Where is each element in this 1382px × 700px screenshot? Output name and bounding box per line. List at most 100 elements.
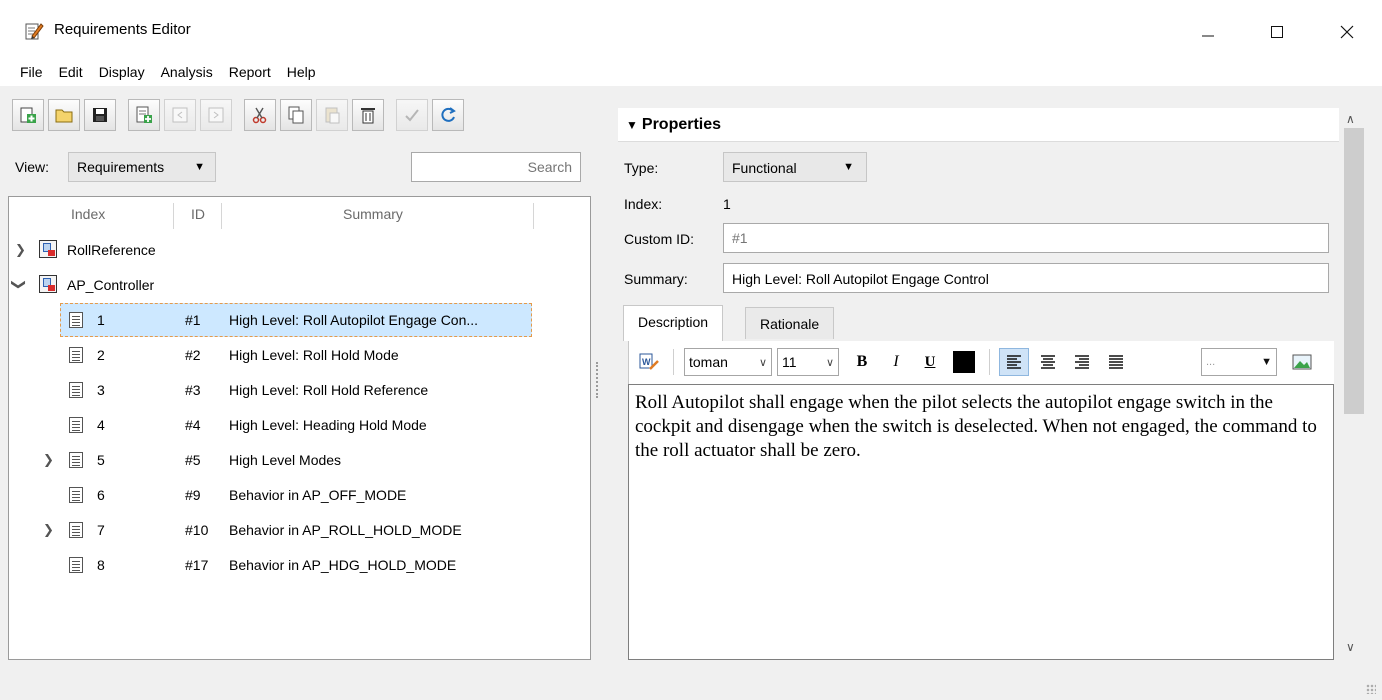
window-title: Requirements Editor [54,21,191,38]
menu-analysis[interactable]: Analysis [153,62,221,86]
row-id: #17 [185,557,209,573]
status-bar [0,664,1382,700]
cut-button[interactable] [244,99,276,131]
table-row[interactable]: ❯ 5 #5 High Level Modes [9,443,590,477]
scissors-icon [252,107,267,124]
justify-icon [1109,355,1123,369]
column-header-summary[interactable]: Summary [343,206,403,222]
row-id: #4 [185,417,201,433]
style-dropdown[interactable]: ... ▼ [1201,348,1277,376]
table-row[interactable]: 3 #3 High Level: Roll Hold Reference [9,373,590,407]
column-header-id[interactable]: ID [191,206,205,222]
font-dropdown[interactable]: toman ∨ [684,348,772,376]
bold-button[interactable]: B [849,348,875,376]
row-index: 4 [97,417,105,433]
resize-grip-icon[interactable] [1366,684,1376,694]
tab-rationale[interactable]: Rationale [745,307,835,339]
menu-edit[interactable]: Edit [51,62,91,86]
row-id: #10 [185,522,209,538]
refresh-button[interactable] [432,99,464,131]
tab-description[interactable]: Description [623,305,724,341]
maximize-button[interactable] [1254,14,1300,50]
column-header-index[interactable]: Index [71,206,105,222]
requirements-tree: Index ID Summary ❯ RollReference ❯ AP_Co… [8,196,591,660]
paste-button[interactable] [316,99,348,131]
type-dropdown[interactable]: Functional ▼ [723,152,867,182]
insert-image-button[interactable] [1289,348,1315,376]
chevron-right-icon[interactable]: ❯ [15,242,26,258]
justify-button[interactable] [1103,348,1129,376]
column-separator[interactable] [221,203,222,229]
row-index: 1 [97,312,105,328]
row-summary: High Level: Roll Autopilot Engage Con... [229,312,479,328]
close-button[interactable] [1324,14,1370,50]
table-row[interactable]: 8 #17 Behavior in AP_HDG_HOLD_MODE [9,548,590,582]
splitter-handle[interactable] [596,362,598,398]
scrollbar-thumb[interactable] [1344,128,1364,414]
align-center-button[interactable] [1035,348,1061,376]
row-index: 2 [97,347,105,363]
folder-icon [55,109,73,123]
align-left-button[interactable] [999,348,1029,376]
requirement-icon [69,452,83,468]
align-right-button[interactable] [1069,348,1095,376]
word-edit-button[interactable]: W [637,348,661,376]
size-dropdown[interactable]: 11 ∨ [777,348,839,376]
view-dropdown[interactable]: Requirements ▼ [68,152,216,182]
svg-text:W: W [642,357,651,367]
scroll-up-icon[interactable]: ∧ [1346,112,1355,126]
tree-set-row[interactable]: ❯ AP_Controller [9,268,590,302]
table-row[interactable]: 1 #1 High Level: Roll Autopilot Engage C… [9,303,590,337]
table-row[interactable]: 4 #4 High Level: Heading Hold Mode [9,408,590,442]
scroll-down-icon[interactable]: ∨ [1346,640,1355,654]
word-icon: W [639,353,659,370]
requirement-icon [69,417,83,433]
requirement-set-icon [39,240,57,258]
link-button[interactable] [396,99,428,131]
chevron-right-icon[interactable]: ❯ [43,522,54,538]
align-left-icon [1007,355,1021,369]
demote-button[interactable] [200,99,232,131]
chevron-down-icon[interactable]: ❯ [10,279,27,291]
search-input[interactable] [411,152,581,182]
tree-set-row[interactable]: ❯ RollReference [9,233,590,267]
new-requirement-set-button[interactable] [12,99,44,131]
copy-button[interactable] [280,99,312,131]
summary-field[interactable]: High Level: Roll Autopilot Engage Contro… [723,263,1329,293]
requirement-icon [69,312,83,328]
column-separator[interactable] [173,203,174,229]
properties-section-header[interactable]: ▼ Properties [618,108,1339,142]
save-button[interactable] [84,99,116,131]
index-label: Index: [624,196,663,212]
font-color-button[interactable] [951,348,977,376]
rich-text-toolbar: W toman ∨ 11 ∨ B I U ... ▼ [628,341,1334,384]
underline-button[interactable]: U [917,348,943,376]
chevron-down-icon: ∨ [758,356,767,369]
table-row[interactable]: ❯ 7 #10 Behavior in AP_ROLL_HOLD_MODE [9,513,590,547]
menu-help[interactable]: Help [279,62,324,86]
description-editor[interactable]: Roll Autopilot shall engage when the pil… [628,384,1334,660]
open-button[interactable] [48,99,80,131]
minimize-button[interactable] [1185,14,1231,50]
save-icon [93,108,107,122]
paste-icon [325,107,340,124]
chevron-right-icon[interactable]: ❯ [43,452,54,468]
table-row[interactable]: 2 #2 High Level: Roll Hold Mode [9,338,590,372]
custom-id-field[interactable] [723,223,1329,253]
promote-button[interactable] [164,99,196,131]
delete-button[interactable] [352,99,384,131]
font-color-swatch-icon [953,351,975,373]
type-dropdown-value: Functional [732,160,797,176]
italic-button[interactable]: I [883,348,909,376]
table-row[interactable]: 6 #9 Behavior in AP_OFF_MODE [9,478,590,512]
row-id: #9 [185,487,201,503]
row-id: #5 [185,452,201,468]
menu-report[interactable]: Report [221,62,279,86]
close-icon [1340,25,1354,39]
menu-file[interactable]: File [12,62,51,86]
row-index: 5 [97,452,105,468]
add-requirement-button[interactable] [128,99,160,131]
view-dropdown-value: Requirements [77,159,165,175]
column-separator[interactable] [533,203,534,229]
menu-display[interactable]: Display [91,62,153,86]
